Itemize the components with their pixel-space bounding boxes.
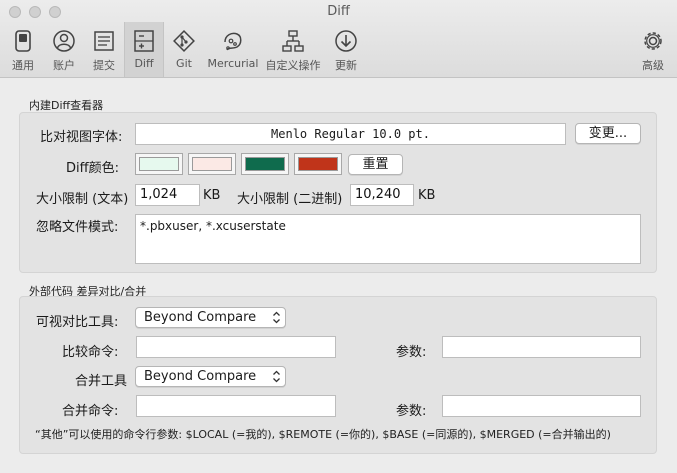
- tab-advanced-label: 高级: [642, 59, 664, 72]
- git-icon: [173, 30, 195, 52]
- custom-actions-icon: [282, 30, 304, 52]
- color-well-removed-fg[interactable]: [294, 153, 342, 175]
- mercurial-icon: [224, 32, 242, 51]
- tab-git-label: Git: [176, 57, 192, 70]
- size-limit-binary-input[interactable]: 10,240: [350, 184, 414, 206]
- tab-general[interactable]: 通用: [3, 22, 43, 77]
- chevron-updown-icon: [273, 311, 280, 324]
- builtin-section-title: 内建Diff查看器: [29, 99, 104, 112]
- tab-account[interactable]: 账户: [44, 22, 84, 77]
- ignore-patterns-textarea[interactable]: *.pbxuser, *.xcuserstate: [135, 214, 641, 264]
- tab-mercurial[interactable]: Mercurial: [205, 22, 261, 77]
- color-well-removed-bg[interactable]: [188, 153, 236, 175]
- tab-custom-actions[interactable]: 自定义操作: [263, 22, 323, 77]
- toolbar: Diff 通用 账户 提交 Diff Git Mercurial 自定义操作 更…: [0, 0, 677, 78]
- preferences-window: Diff 通用 账户 提交 Diff Git Mercurial 自定义操作 更…: [0, 0, 677, 473]
- tab-commit-label: 提交: [93, 59, 115, 72]
- color-removed-fg: [298, 157, 338, 171]
- size-limit-text-label: 大小限制 (文本): [36, 192, 129, 207]
- merge-tool-value: Beyond Compare: [144, 369, 257, 384]
- color-added-bg: [139, 157, 179, 171]
- change-font-button[interactable]: 变更...: [575, 123, 641, 144]
- tab-git[interactable]: Git: [164, 22, 204, 77]
- tab-update[interactable]: 更新: [326, 22, 366, 77]
- tab-update-label: 更新: [335, 59, 357, 72]
- tab-advanced[interactable]: 高级: [633, 22, 673, 77]
- size-limit-binary-unit: KB: [418, 188, 436, 203]
- diff-command-input[interactable]: [136, 336, 336, 358]
- font-field: Menlo Regular 10.0 pt.: [135, 123, 566, 145]
- command-args-hint: “其他”可以使用的命令行参数: $LOCAL (=我的), $REMOTE (=…: [35, 428, 611, 441]
- tab-general-label: 通用: [12, 59, 34, 72]
- account-icon: [53, 30, 75, 52]
- tab-diff[interactable]: Diff: [124, 22, 164, 77]
- tab-mercurial-label: Mercurial: [207, 57, 259, 70]
- tab-diff-label: Diff: [134, 57, 154, 70]
- font-label: 比对视图字体:: [40, 130, 123, 145]
- diff-command-label: 比较命令:: [62, 345, 119, 360]
- color-removed-bg: [192, 157, 232, 171]
- ignore-patterns-label: 忽略文件模式:: [36, 220, 119, 235]
- color-well-added-fg[interactable]: [241, 153, 289, 175]
- visual-diff-tool-value: Beyond Compare: [144, 310, 257, 325]
- color-well-added-bg[interactable]: [135, 153, 183, 175]
- window-title: Diff: [327, 4, 350, 19]
- update-icon: [335, 30, 357, 52]
- merge-args-input[interactable]: [442, 395, 641, 417]
- merge-tool-select[interactable]: Beyond Compare: [135, 366, 286, 387]
- general-icon: [15, 30, 31, 52]
- diff-args-label: 参数:: [396, 345, 427, 360]
- size-limit-text-input[interactable]: 1,024: [135, 184, 200, 206]
- merge-args-label: 参数:: [396, 404, 427, 419]
- size-limit-text-unit: KB: [203, 188, 221, 203]
- merge-tool-label: 合并工具: [75, 374, 128, 389]
- visual-diff-tool-select[interactable]: Beyond Compare: [135, 307, 286, 328]
- tab-custom-actions-label: 自定义操作: [265, 59, 321, 72]
- tab-commit[interactable]: 提交: [84, 22, 124, 77]
- diff-args-input[interactable]: [442, 336, 641, 358]
- merge-command-label: 合并命令:: [62, 404, 119, 419]
- commit-icon: [94, 31, 114, 51]
- advanced-gear-icon: [644, 32, 662, 50]
- chevron-updown-icon: [273, 370, 280, 383]
- size-limit-binary-label: 大小限制 (二进制): [237, 192, 343, 207]
- reset-colors-button[interactable]: 重置: [348, 154, 403, 175]
- tab-account-label: 账户: [53, 59, 75, 72]
- merge-command-input[interactable]: [136, 395, 336, 417]
- diff-icon: [134, 30, 154, 52]
- visual-diff-tool-label: 可视对比工具:: [36, 315, 119, 330]
- diff-colors-label: Diff颜色:: [66, 161, 119, 176]
- color-added-fg: [245, 157, 285, 171]
